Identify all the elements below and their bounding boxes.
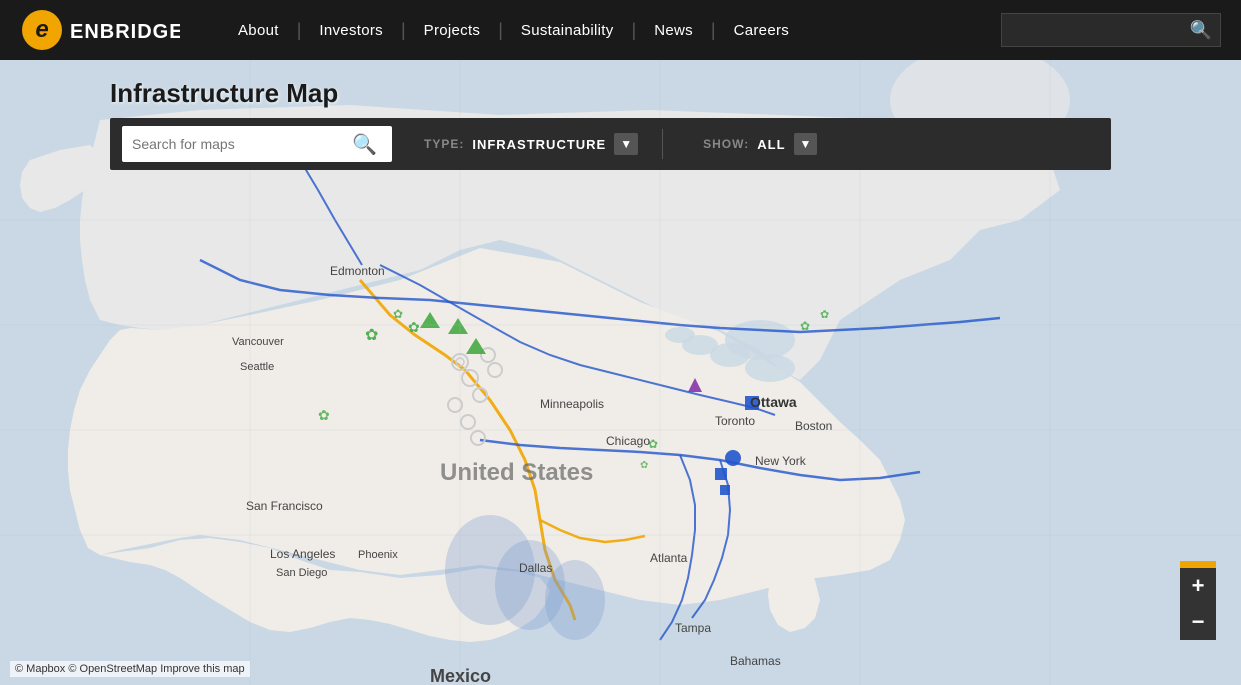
header: e ENBRIDGE About | Investors | Projects … — [0, 0, 1241, 60]
svg-text:Bahamas: Bahamas — [730, 654, 781, 668]
svg-text:ENBRIDGE: ENBRIDGE — [70, 21, 180, 43]
svg-text:Boston: Boston — [795, 419, 832, 433]
nav-sustainability[interactable]: Sustainability — [503, 22, 632, 39]
map-search-input[interactable] — [132, 136, 352, 152]
logo-area[interactable]: e ENBRIDGE — [20, 8, 180, 52]
header-search-input[interactable] — [1010, 23, 1190, 38]
svg-text:United States: United States — [440, 459, 593, 486]
zoom-out-button[interactable]: − — [1180, 604, 1216, 640]
header-search-icon[interactable]: 🔍 — [1190, 20, 1212, 41]
svg-text:New York: New York — [755, 454, 807, 468]
nav-news[interactable]: News — [636, 22, 711, 39]
svg-text:✿: ✿ — [408, 319, 420, 335]
map-attribution: © Mapbox © OpenStreetMap Improve this ma… — [10, 661, 250, 677]
svg-text:✿: ✿ — [800, 319, 810, 333]
map-search-wrapper[interactable]: 🔍 — [122, 126, 392, 162]
type-filter-section: TYPE: INFRASTRUCTURE ▼ — [408, 133, 638, 155]
enbridge-logo[interactable]: e ENBRIDGE — [20, 8, 180, 52]
svg-text:✿: ✿ — [318, 407, 330, 423]
show-dropdown[interactable]: ALL ▼ — [757, 133, 817, 155]
svg-text:Vancouver: Vancouver — [232, 336, 284, 348]
show-label: SHOW: — [703, 137, 749, 151]
svg-text:Phoenix: Phoenix — [358, 549, 398, 561]
type-dropdown-arrow[interactable]: ▼ — [614, 133, 638, 155]
svg-text:✿: ✿ — [365, 327, 378, 344]
svg-text:Toronto: Toronto — [715, 414, 755, 428]
zoom-in-button[interactable]: + — [1180, 568, 1216, 604]
svg-text:Los Angeles: Los Angeles — [270, 547, 335, 561]
show-dropdown-arrow[interactable]: ▼ — [794, 133, 818, 155]
nav-projects[interactable]: Projects — [406, 22, 499, 39]
svg-text:Ottawa: Ottawa — [750, 394, 797, 410]
svg-text:✿: ✿ — [640, 460, 648, 471]
header-search-box[interactable]: 🔍 — [1001, 13, 1221, 47]
svg-text:✿: ✿ — [820, 309, 829, 321]
svg-text:Minneapolis: Minneapolis — [540, 397, 604, 411]
svg-text:Edmonton: Edmonton — [330, 264, 385, 278]
svg-text:Tampa: Tampa — [675, 621, 711, 635]
svg-text:Seattle: Seattle — [240, 361, 274, 373]
nav-about[interactable]: About — [220, 22, 297, 39]
map-search-icon[interactable]: 🔍 — [352, 132, 377, 157]
type-value: INFRASTRUCTURE — [472, 137, 606, 152]
svg-text:Dallas: Dallas — [519, 561, 552, 575]
svg-text:San Francisco: San Francisco — [246, 499, 323, 513]
type-dropdown[interactable]: INFRASTRUCTURE ▼ — [472, 133, 638, 155]
zoom-controls: + − — [1180, 568, 1216, 640]
svg-text:e: e — [35, 16, 48, 43]
svg-text:✿: ✿ — [393, 307, 403, 321]
svg-text:Atlanta: Atlanta — [650, 551, 688, 565]
svg-text:San Diego: San Diego — [276, 567, 327, 579]
show-filter-section: SHOW: ALL ▼ — [687, 133, 817, 155]
nav-careers[interactable]: Careers — [716, 22, 807, 39]
svg-text:Chicago: Chicago — [606, 434, 650, 448]
svg-text:Mexico: Mexico — [430, 666, 491, 685]
nav-investors[interactable]: Investors — [301, 22, 401, 39]
main-nav: About | Investors | Projects | Sustainab… — [220, 20, 1001, 41]
page-title: Infrastructure Map — [110, 78, 338, 109]
type-label: TYPE: — [424, 137, 464, 151]
filter-divider — [662, 129, 663, 159]
map-container[interactable]: ✿ ✿ ✿ ✿ ✿ ✿ ✿ ✿ Edmonton Van — [0, 60, 1241, 685]
show-value: ALL — [757, 137, 785, 152]
filter-bar: 🔍 TYPE: INFRASTRUCTURE ▼ SHOW: ALL ▼ — [110, 118, 1111, 170]
